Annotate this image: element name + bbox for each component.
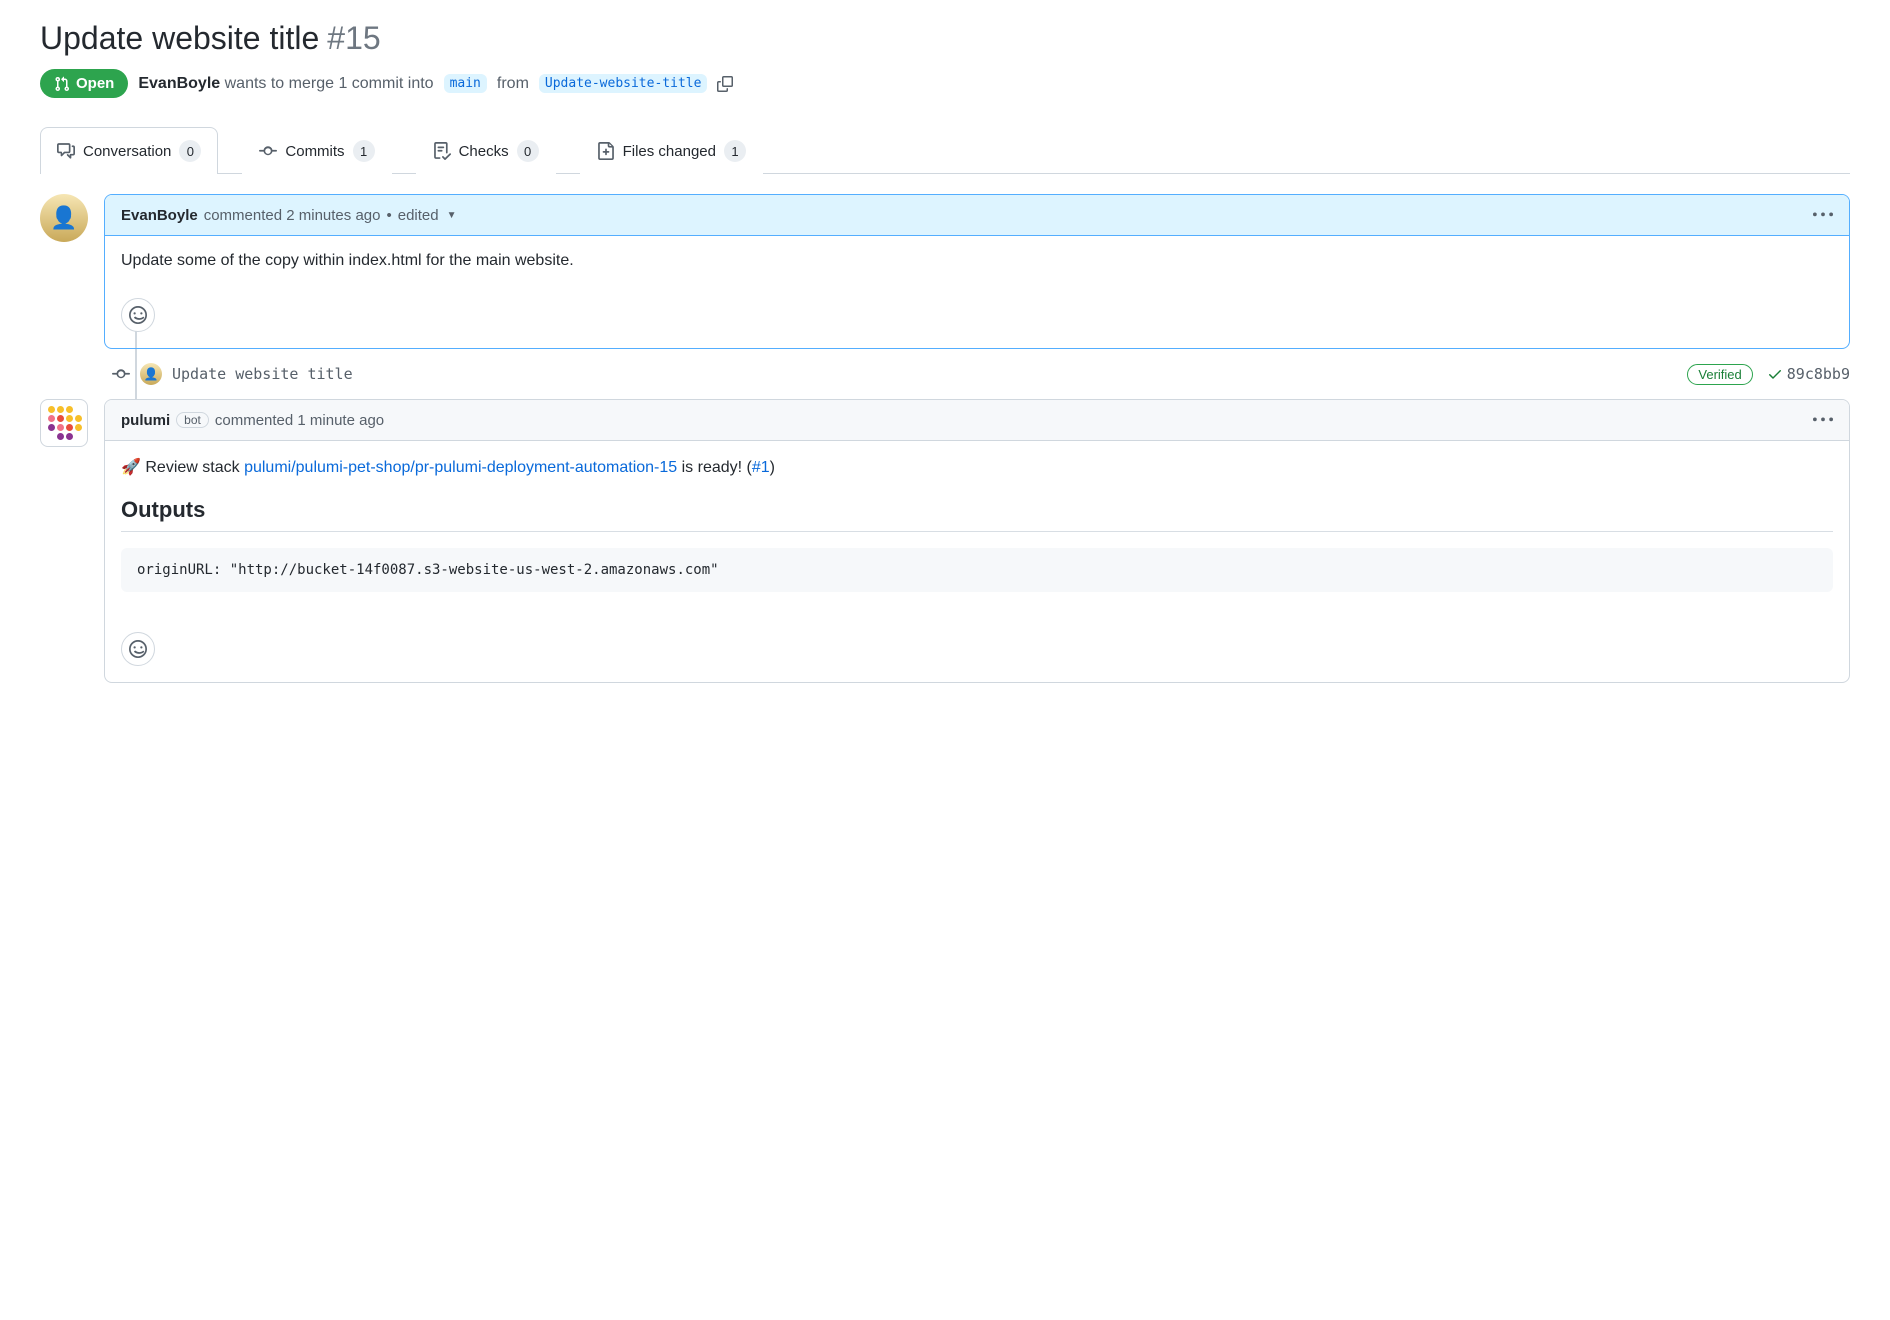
- run-link[interactable]: #1: [752, 459, 770, 476]
- bot-badge: bot: [176, 412, 209, 428]
- git-commit-icon: [112, 365, 130, 383]
- pr-tabs: Conversation 0 Commits 1 Checks 0 Files …: [40, 126, 1850, 174]
- tab-files-changed[interactable]: Files changed 1: [580, 127, 763, 174]
- comment-meta[interactable]: commented 2 minutes ago: [204, 207, 381, 224]
- caret-arrow-icon: [104, 414, 105, 432]
- comment-box: EvanBoyle commented 2 minutes ago • edit…: [104, 194, 1850, 349]
- comment-item: EvanBoyle commented 2 minutes ago • edit…: [40, 194, 1850, 349]
- add-reaction-button[interactable]: [121, 298, 155, 332]
- commits-count: 1: [353, 140, 375, 162]
- pr-title-text: Update website title: [40, 20, 319, 57]
- state-badge: Open: [40, 69, 128, 98]
- pr-number: #15: [327, 20, 380, 57]
- verified-badge[interactable]: Verified: [1687, 364, 1752, 385]
- copy-icon[interactable]: [717, 76, 733, 92]
- git-commit-icon: [259, 142, 277, 160]
- checklist-icon: [433, 142, 451, 160]
- commit-title[interactable]: Update website title: [172, 365, 353, 383]
- outputs-heading: Outputs: [121, 497, 1833, 532]
- chevron-down-icon[interactable]: ▼: [447, 210, 457, 221]
- pr-author-action: EvanBoyle wants to merge 1 commit into: [138, 75, 433, 93]
- stack-link[interactable]: pulumi/pulumi-pet-shop/pr-pulumi-deploym…: [244, 459, 677, 476]
- conversation-count: 0: [179, 140, 201, 162]
- avatar[interactable]: [40, 399, 88, 447]
- comment-item: pulumi bot commented 1 minute ago 🚀 Revi…: [40, 399, 1850, 683]
- avatar[interactable]: [40, 194, 88, 242]
- check-icon: [1767, 366, 1783, 382]
- checks-count: 0: [517, 140, 539, 162]
- comment-author[interactable]: pulumi: [121, 412, 170, 429]
- comment-meta[interactable]: commented 1 minute ago: [215, 412, 384, 429]
- avatar[interactable]: [140, 363, 162, 385]
- tab-commits[interactable]: Commits 1: [242, 127, 391, 174]
- code-block: originURL: "http://bucket-14f0087.s3-web…: [121, 548, 1833, 592]
- file-diff-icon: [597, 142, 615, 160]
- edited-label[interactable]: edited: [398, 207, 439, 224]
- state-label: Open: [76, 75, 114, 92]
- pr-title: Update website title #15: [40, 20, 1850, 57]
- commit-sha[interactable]: 89c8bb9: [1767, 365, 1850, 383]
- add-reaction-button[interactable]: [121, 632, 155, 666]
- timeline: EvanBoyle commented 2 minutes ago • edit…: [40, 194, 1850, 683]
- kebab-icon[interactable]: [1813, 205, 1833, 225]
- pulumi-logo-icon: [41, 399, 88, 447]
- base-branch[interactable]: main: [444, 74, 487, 93]
- tab-conversation[interactable]: Conversation 0: [40, 127, 218, 174]
- files-count: 1: [724, 140, 746, 162]
- comment-body: Update some of the copy within index.htm…: [105, 236, 1849, 298]
- smiley-icon: [129, 640, 147, 658]
- smiley-icon: [129, 306, 147, 324]
- head-branch[interactable]: Update-website-title: [539, 74, 708, 93]
- comment-discussion-icon: [57, 142, 75, 160]
- pr-author[interactable]: EvanBoyle: [138, 75, 220, 92]
- tab-checks[interactable]: Checks 0: [416, 127, 556, 174]
- pr-meta-row: Open EvanBoyle wants to merge 1 commit i…: [40, 69, 1850, 98]
- caret-arrow-icon: [104, 209, 105, 227]
- from-text: from: [497, 75, 529, 93]
- kebab-icon[interactable]: [1813, 410, 1833, 430]
- git-pull-request-icon: [54, 76, 70, 92]
- commit-row: Update website title Verified 89c8bb9: [40, 349, 1850, 399]
- comment-header: pulumi bot commented 1 minute ago: [105, 400, 1849, 441]
- comment-body: 🚀 Review stack pulumi/pulumi-pet-shop/pr…: [105, 441, 1849, 632]
- comment-box: pulumi bot commented 1 minute ago 🚀 Revi…: [104, 399, 1850, 683]
- comment-author[interactable]: EvanBoyle: [121, 207, 198, 224]
- comment-header: EvanBoyle commented 2 minutes ago • edit…: [105, 195, 1849, 236]
